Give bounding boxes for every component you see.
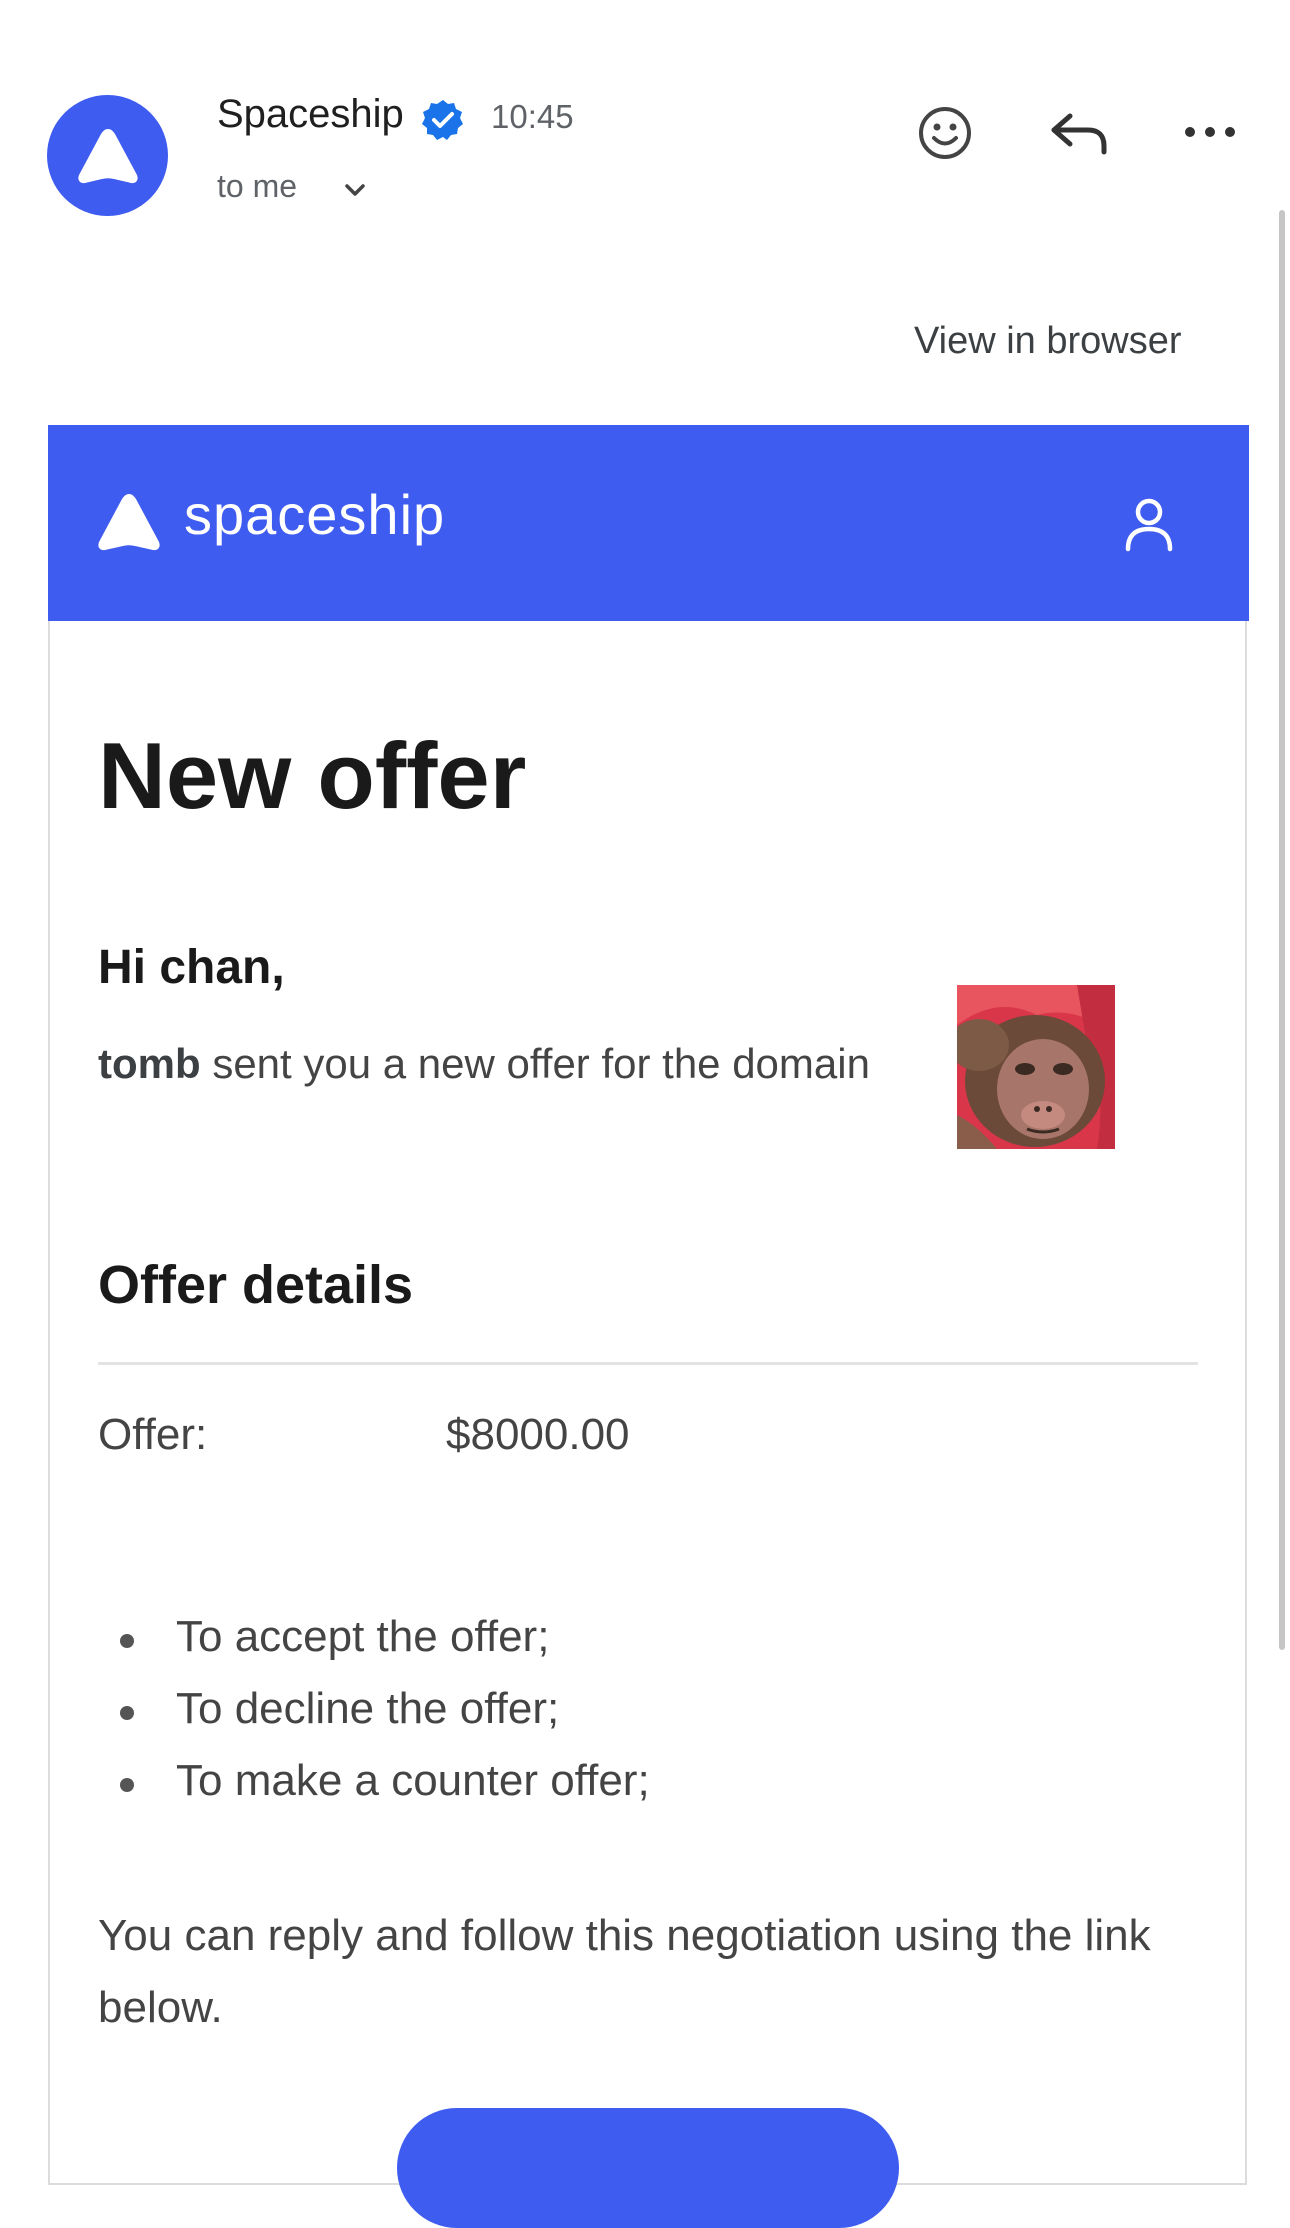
email-time: 10:45 (491, 98, 574, 135)
sender-name[interactable]: Spaceship (217, 92, 404, 137)
offer-details-title: Offer details (98, 1255, 414, 1315)
scrollbar[interactable] (1279, 210, 1285, 1650)
spaceship-logo-icon (98, 494, 160, 551)
chevron-down-icon[interactable] (340, 178, 370, 202)
divider (98, 1362, 1198, 1365)
spaceship-logo-icon (77, 128, 138, 183)
offer-sentence-text: sent you a new offer for the domain (212, 1040, 870, 1087)
option-counter-offer[interactable]: To make a counter offer; (176, 1756, 650, 1806)
offer-sentence: tomb sent you a new offer for the domain… (98, 1040, 1057, 1088)
greeting: Hi chan, (98, 941, 285, 994)
more-horizontal-icon[interactable] (1180, 114, 1240, 150)
email-headline: New offer (98, 723, 527, 828)
view-in-browser-link[interactable]: View in browser (914, 320, 1182, 363)
offer-amount: $8000.00 (446, 1410, 630, 1459)
reply-instructions: You can reply and follow this negotiatio… (98, 1911, 1151, 2032)
sender-avatar[interactable] (47, 95, 168, 216)
bullet-dot (120, 1706, 134, 1720)
bullet-dot (120, 1778, 134, 1792)
option-accept[interactable]: To accept the offer; (176, 1612, 549, 1662)
bullet-dot (120, 1634, 134, 1648)
emoji-icon[interactable] (917, 105, 973, 161)
brand-name: spaceship (184, 483, 446, 546)
offer-label: Offer: (98, 1410, 208, 1459)
verified-badge-icon (422, 100, 463, 140)
reply-icon[interactable] (1048, 108, 1110, 158)
cta-button[interactable] (397, 2108, 899, 2228)
user-icon[interactable] (1124, 497, 1174, 553)
option-decline[interactable]: To decline the offer; (176, 1684, 559, 1734)
recipient-label[interactable]: to me (217, 168, 297, 205)
buyer-name: tomb (98, 1040, 201, 1087)
monkey-sticker-image (957, 985, 1115, 1149)
